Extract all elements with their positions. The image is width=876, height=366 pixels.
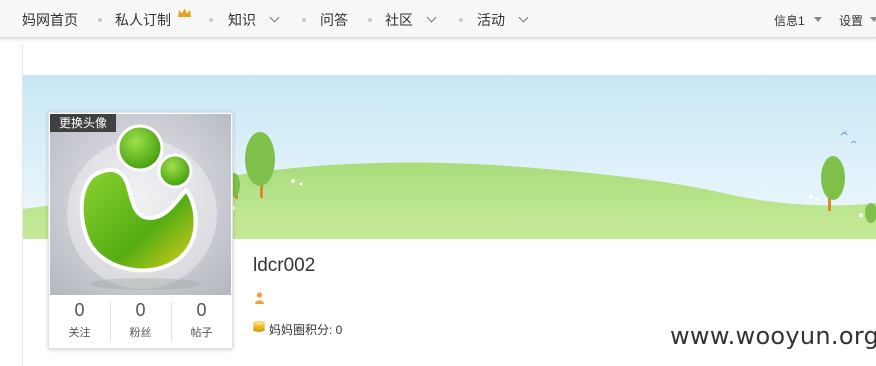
caret-down-icon[interactable] [814, 17, 822, 22]
fans-count: 0 [135, 300, 146, 320]
user-gender-icon [255, 292, 264, 304]
chevron-down-icon[interactable] [426, 12, 437, 23]
nav-separator [302, 18, 306, 22]
nav-qa[interactable]: 问答 [320, 10, 348, 30]
nav-separator [368, 18, 372, 22]
change-avatar-button[interactable]: 更换头像 [50, 114, 117, 132]
nav-community[interactable]: 社区 [385, 10, 413, 30]
stat-following[interactable]: 0 关注 [49, 296, 110, 348]
chevron-down-icon[interactable] [269, 12, 280, 23]
coin-icon [253, 321, 265, 332]
nav-separator [459, 18, 463, 22]
posts-label: 帖子 [190, 327, 213, 339]
nav-knowledge[interactable]: 知识 [228, 10, 256, 30]
profile-card: 更换头像 0 关注 0 粉丝 0 帖子 [48, 112, 233, 349]
fans-label: 粉丝 [129, 327, 152, 339]
avatar[interactable] [50, 114, 231, 295]
posts-count: 0 [196, 300, 207, 320]
settings-link[interactable]: 设置 [839, 12, 863, 29]
nav-custom[interactable]: 私人订制 [115, 10, 171, 30]
crown-icon [178, 8, 191, 17]
stat-posts[interactable]: 0 帖子 [171, 296, 232, 348]
chevron-down-icon[interactable] [518, 12, 529, 23]
caret-down-icon[interactable] [870, 17, 876, 22]
nav-activities[interactable]: 活动 [477, 10, 505, 30]
watermark: www.wooyun.org [670, 322, 876, 350]
following-count: 0 [74, 300, 85, 320]
nav-separator [209, 18, 213, 22]
top-navigation: 妈网首页 私人订制 知识 问答 社区 活动 信息1 设置 [0, 0, 876, 38]
points-value: 0 [335, 323, 343, 337]
nav-home[interactable]: 妈网首页 [22, 10, 78, 30]
stat-fans[interactable]: 0 粉丝 [110, 296, 171, 348]
profile-stats: 0 关注 0 粉丝 0 帖子 [49, 296, 232, 348]
following-label: 关注 [68, 327, 91, 339]
messages-link[interactable]: 信息1 [774, 12, 805, 29]
points-text: 妈妈圈积分: 0 [269, 321, 342, 338]
nav-separator [98, 18, 102, 22]
username: ldcr002 [253, 255, 316, 276]
points-label: 妈妈圈积分: [269, 323, 336, 337]
avatar-logo-icon [50, 114, 231, 295]
